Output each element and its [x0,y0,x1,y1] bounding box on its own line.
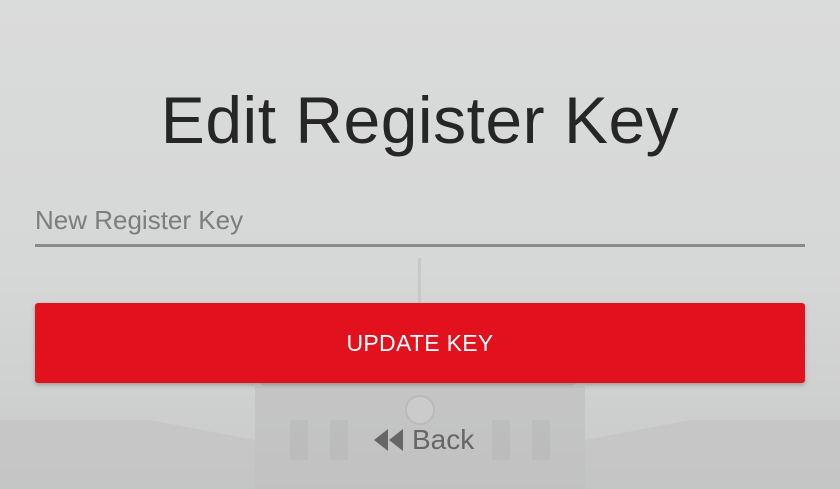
fast-backward-icon [374,429,404,451]
back-label: Back [412,424,475,455]
update-key-button[interactable]: UPDATE KEY [35,303,805,383]
register-key-field [35,196,805,248]
register-key-input[interactable] [35,196,805,247]
page-title: Edit Register Key [160,83,680,158]
back-link[interactable]: Back [374,420,474,460]
edit-register-key-screen: Edit Register Key UPDATE KEY Back [0,0,840,489]
